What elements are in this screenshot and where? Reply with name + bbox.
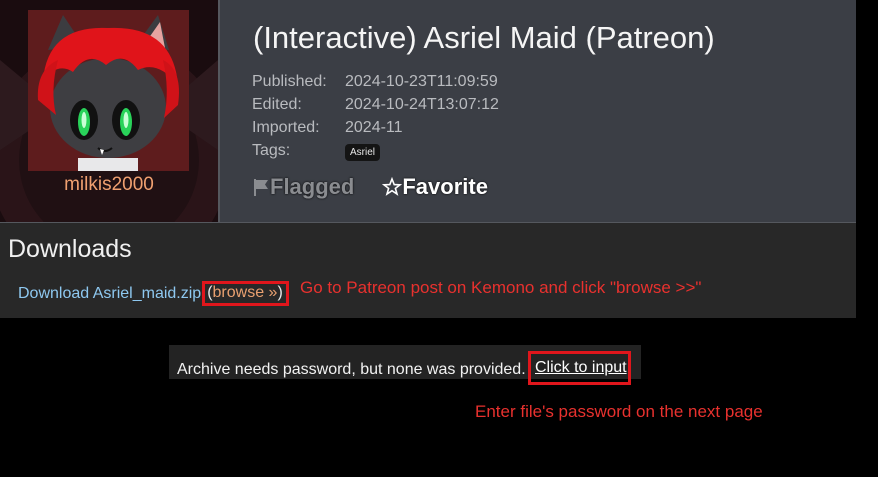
page: milkis2000 (Interactive) Asriel Maid (Pa…: [0, 0, 878, 477]
favorite-button[interactable]: Favorite: [382, 174, 488, 200]
downloads-heading: Downloads: [8, 235, 132, 263]
browse-link[interactable]: browse »: [213, 284, 278, 301]
password-notice: Archive needs password, but none was pro…: [169, 345, 641, 385]
meta-published: Published: 2024-10-23T11:09:59: [252, 70, 499, 93]
flag-button[interactable]: Flagged: [252, 174, 354, 200]
post-metadata: Published: 2024-10-23T11:09:59 Edited: 2…: [252, 70, 499, 162]
click-to-input-link[interactable]: Click to input: [535, 359, 627, 377]
downloads-section: Downloads Download Asriel_maid.zip (brow…: [0, 223, 856, 318]
browse-paren-close: ): [277, 284, 283, 301]
meta-value: 2024-10-24T13:07:12: [345, 95, 499, 113]
annotation-step-2: Enter file's password on the next page: [475, 402, 763, 421]
download-item: Download Asriel_maid.zip (browse »): [18, 281, 289, 306]
flag-icon: [254, 179, 268, 196]
meta-imported: Imported: 2024-11: [252, 116, 499, 139]
tags-label: Tags:: [252, 141, 291, 159]
meta-key: Published:: [252, 72, 327, 90]
meta-key: Edited:: [252, 95, 302, 113]
creator-avatar-panel[interactable]: milkis2000: [0, 0, 220, 222]
meta-tags: Tags: Asriel: [252, 139, 499, 162]
tag-chip[interactable]: Asriel: [345, 144, 381, 161]
meta-key: Imported:: [252, 118, 320, 136]
favorite-label: Favorite: [402, 174, 488, 199]
meta-edited: Edited: 2024-10-24T13:07:12: [252, 93, 499, 116]
avatar: [28, 10, 189, 171]
post-title: (Interactive) Asriel Maid (Patreon): [253, 20, 715, 55]
password-notice-text: Archive needs password, but none was pro…: [177, 361, 526, 378]
star-icon: [382, 177, 403, 196]
download-file-link[interactable]: Download Asriel_maid.zip: [18, 285, 201, 303]
meta-value: 2024-10-23T11:09:59: [345, 72, 498, 90]
click-to-input-highlight-box: Click to input: [528, 351, 631, 385]
post-actions: Flagged Favorite: [252, 174, 488, 200]
annotation-step-1: Go to Patreon post on Kemono and click "…: [300, 278, 702, 297]
post-header: milkis2000 (Interactive) Asriel Maid (Pa…: [0, 0, 856, 223]
flag-label: Flagged: [270, 174, 355, 199]
meta-value: 2024-11: [345, 118, 403, 136]
creator-username[interactable]: milkis2000: [0, 174, 218, 196]
browse-highlight-box: (browse »): [202, 281, 289, 306]
